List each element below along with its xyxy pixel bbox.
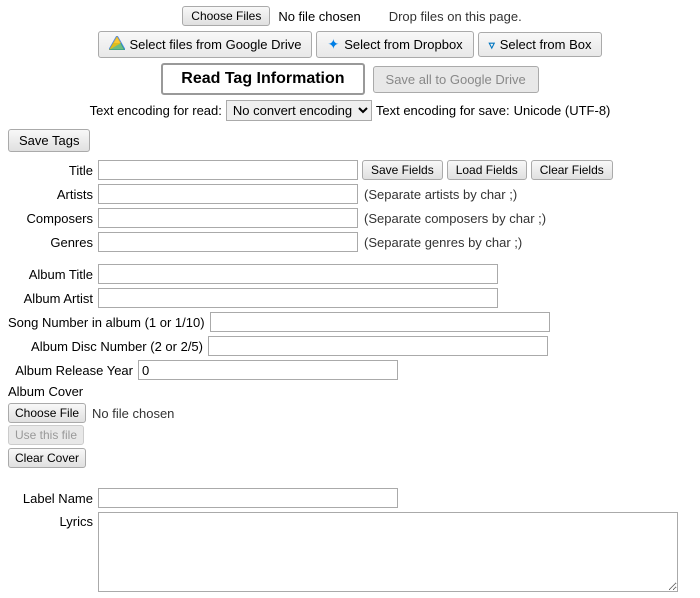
song-number-row: Song Number in album (1 or 1/10) <box>8 312 692 332</box>
save-all-button[interactable]: Save all to Google Drive <box>373 66 539 93</box>
song-number-input[interactable] <box>210 312 550 332</box>
gdrive-icon <box>109 36 125 53</box>
album-artist-label: Album Artist <box>8 291 98 306</box>
file-chooser-row: Choose Files No file chosen Drop files o… <box>8 6 692 26</box>
save-tags-row: Save Tags <box>8 129 692 152</box>
box-button[interactable]: ▿ Select from Box <box>478 32 603 57</box>
box-icon: ▿ <box>489 38 495 52</box>
artists-label: Artists <box>8 187 98 202</box>
album-cover-buttons: Choose File No file chosen <box>8 403 692 423</box>
google-drive-button[interactable]: Select files from Google Drive <box>98 31 313 58</box>
save-tags-button[interactable]: Save Tags <box>8 129 90 152</box>
lyrics-label: Lyrics <box>8 512 98 529</box>
artists-note: (Separate artists by char ;) <box>364 187 517 202</box>
choose-cover-file-button[interactable]: Choose File <box>8 403 86 423</box>
label-name-label: Label Name <box>8 491 98 506</box>
genres-input[interactable] <box>98 232 358 252</box>
album-cover-label-row: Album Cover <box>8 384 692 399</box>
album-disc-input[interactable] <box>208 336 548 356</box>
use-this-file-button[interactable]: Use this file <box>8 425 84 445</box>
album-release-label: Album Release Year <box>8 363 138 378</box>
save-fields-button[interactable]: Save Fields <box>362 160 443 180</box>
album-title-row: Album Title <box>8 264 692 284</box>
label-name-row: Label Name <box>8 488 692 508</box>
read-tag-button[interactable]: Read Tag Information <box>161 63 364 95</box>
composers-label: Composers <box>8 211 98 226</box>
artists-input[interactable] <box>98 184 358 204</box>
load-fields-button[interactable]: Load Fields <box>447 160 527 180</box>
album-title-label: Album Title <box>8 267 98 282</box>
drop-text: Drop files on this page. <box>389 9 522 24</box>
album-artist-input[interactable] <box>98 288 498 308</box>
album-title-input[interactable] <box>98 264 498 284</box>
song-number-label: Song Number in album (1 or 1/10) <box>8 315 210 330</box>
dropbox-button[interactable]: ✦ Select from Dropbox <box>316 31 473 58</box>
lyrics-row: Lyrics <box>8 512 692 592</box>
dropbox-label: Select from Dropbox <box>344 37 463 52</box>
composers-row: Composers (Separate composers by char ;) <box>8 208 692 228</box>
clear-fields-button[interactable]: Clear Fields <box>531 160 613 180</box>
genres-note: (Separate genres by char ;) <box>364 235 522 250</box>
album-disc-label: Album Disc Number (2 or 2/5) <box>8 339 208 354</box>
encoding-row: Text encoding for read: No convert encod… <box>8 100 692 121</box>
title-row: Title Save Fields Load Fields Clear Fiel… <box>8 160 692 180</box>
genres-row: Genres (Separate genres by char ;) <box>8 232 692 252</box>
artists-row: Artists (Separate artists by char ;) <box>8 184 692 204</box>
choose-files-button[interactable]: Choose Files <box>182 6 270 26</box>
title-label: Title <box>8 163 98 178</box>
encoding-save-prefix: Text encoding for save: <box>376 103 510 118</box>
label-name-input[interactable] <box>98 488 398 508</box>
encoding-save-value: Unicode (UTF-8) <box>514 103 611 118</box>
encoding-read-prefix: Text encoding for read: <box>90 103 222 118</box>
no-file-chosen-label: No file chosen <box>278 9 360 24</box>
composers-input[interactable] <box>98 208 358 228</box>
encoding-select[interactable]: No convert encoding <box>226 100 372 121</box>
album-disc-row: Album Disc Number (2 or 2/5) <box>8 336 692 356</box>
cover-no-file-label: No file chosen <box>92 406 174 421</box>
album-cover-section: Album Cover Choose File No file chosen U… <box>8 384 692 468</box>
box-label: Select from Box <box>500 37 592 52</box>
album-release-input[interactable] <box>138 360 398 380</box>
read-tag-row: Read Tag Information Save all to Google … <box>8 63 692 95</box>
clear-cover-button[interactable]: Clear Cover <box>8 448 86 468</box>
cloud-buttons-row: Select files from Google Drive ✦ Select … <box>8 31 692 58</box>
genres-label: Genres <box>8 235 98 250</box>
album-artist-row: Album Artist <box>8 288 692 308</box>
title-input[interactable] <box>98 160 358 180</box>
composers-note: (Separate composers by char ;) <box>364 211 546 226</box>
lyrics-textarea[interactable] <box>98 512 678 592</box>
dropbox-icon: ✦ <box>327 36 339 53</box>
google-drive-label: Select files from Google Drive <box>130 37 302 52</box>
album-release-row: Album Release Year <box>8 360 692 380</box>
album-cover-label: Album Cover <box>8 384 88 399</box>
